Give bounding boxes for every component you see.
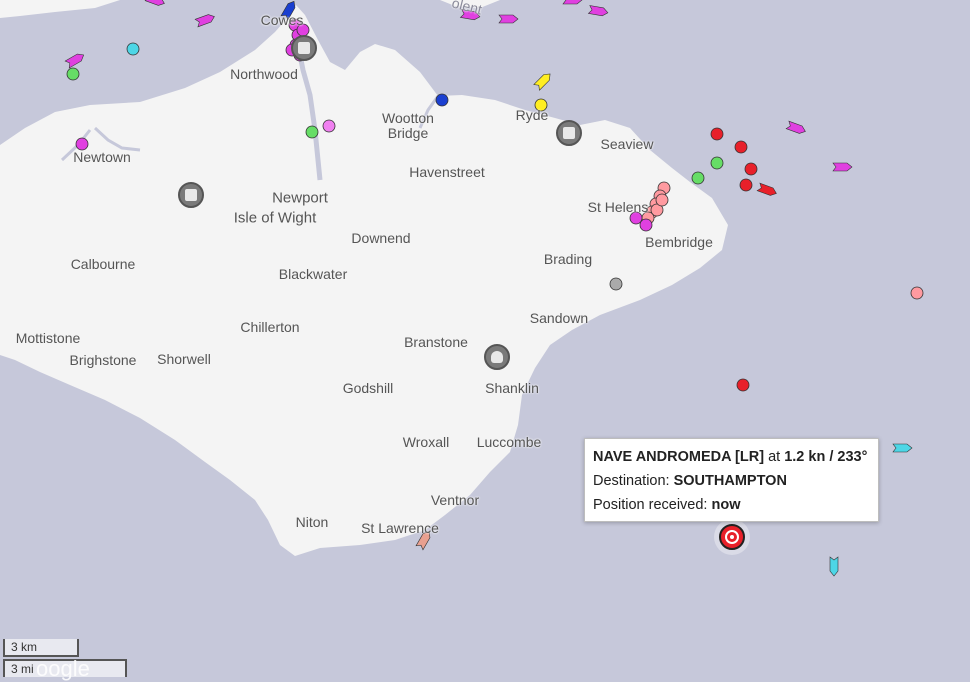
selected-vessel[interactable] — [714, 519, 750, 555]
place-label-luccombe: Luccombe — [476, 434, 542, 450]
person-icon-glyph — [491, 351, 503, 363]
vessel-dot-marker[interactable] — [734, 140, 748, 154]
target-icon-center — [730, 535, 734, 539]
vessel-dot-marker[interactable] — [744, 162, 758, 176]
vessel-dot-marker[interactable] — [126, 42, 140, 56]
harbour-icon[interactable] — [291, 35, 317, 61]
vessel-dot-marker[interactable] — [710, 127, 724, 141]
position-value: now — [711, 497, 741, 513]
position-label: Position received: — [593, 497, 712, 513]
place-label-bridge: Bridge — [387, 125, 429, 141]
place-label-wootton: Wootton — [382, 110, 434, 126]
destination-value: SOUTHAMPTON — [673, 473, 787, 489]
harbour-icon-glyph — [185, 189, 197, 201]
place-label-newtown: Newtown — [73, 149, 131, 165]
destination-label: Destination: — [593, 473, 674, 489]
place-label-mottistone: Mottistone — [15, 330, 81, 346]
place-label-calbourne: Calbourne — [70, 256, 136, 272]
place-label-brighstone: Brighstone — [69, 352, 137, 368]
place-label-ryde: Ryde — [515, 107, 549, 123]
vessel-dot-marker[interactable] — [305, 125, 319, 139]
map-provider-logo: oogle — [36, 656, 90, 681]
vessel-dot-marker[interactable] — [655, 193, 669, 207]
scale-bar-km: 3 km — [3, 639, 79, 657]
place-label-shorwell: Shorwell — [157, 351, 211, 367]
vessel-name: NAVE ANDROMEDA [LR] — [593, 449, 765, 465]
vessel-dot-marker[interactable] — [435, 93, 449, 107]
place-label-st-lawrence: St Lawrence — [361, 520, 439, 536]
tooltip-destination-row: Destination: SOUTHAMPTON — [593, 469, 870, 493]
place-label-ventnor: Ventnor — [430, 492, 480, 508]
vessel-dot-marker[interactable] — [66, 67, 80, 81]
place-label-havenstreet: Havenstreet — [409, 164, 485, 180]
vessel-dot-marker[interactable] — [710, 156, 724, 170]
vessel-dot-marker[interactable] — [739, 178, 753, 192]
place-label-niton: Niton — [295, 514, 329, 530]
building-icon[interactable] — [556, 120, 582, 146]
place-label-cowes: Cowes — [260, 12, 304, 28]
place-label-northwood: Northwood — [230, 66, 298, 82]
place-label-downend: Downend — [351, 230, 411, 246]
place-label-chillerton: Chillerton — [240, 319, 300, 335]
place-label-blackwater: Blackwater — [278, 266, 348, 282]
place-label-branstone: Branstone — [404, 334, 468, 350]
vessel-speed-course: 1.2 kn / 233° — [784, 449, 868, 465]
vessel-dot-marker[interactable] — [691, 171, 705, 185]
place-label-godshill: Godshill — [342, 380, 394, 396]
place-label-wroxall: Wroxall — [402, 434, 450, 450]
harbour-icon-glyph — [298, 42, 310, 54]
map-canvas[interactable] — [0, 0, 970, 681]
place-label-isle-of-wight: Isle of Wight — [233, 209, 317, 227]
harbour-icon[interactable] — [178, 182, 204, 208]
person-icon[interactable] — [484, 344, 510, 370]
place-label-brading: Brading — [543, 251, 593, 267]
tooltip-title-row: NAVE ANDROMEDA [LR] at 1.2 kn / 233° — [593, 445, 870, 469]
vessel-dot-marker[interactable] — [639, 218, 653, 232]
tooltip-position-row: Position received: now — [593, 493, 870, 517]
place-label-shanklin: Shanklin — [485, 380, 539, 396]
place-label-sandown: Sandown — [529, 310, 589, 326]
vessel-dot-marker[interactable] — [736, 378, 750, 392]
vessel-dot-marker[interactable] — [910, 286, 924, 300]
vessel-dot-marker[interactable] — [322, 119, 336, 133]
vessel-tooltip: NAVE ANDROMEDA [LR] at 1.2 kn / 233° Des… — [584, 438, 879, 522]
tooltip-at: at — [764, 449, 785, 465]
place-label-bembridge: Bembridge — [645, 234, 713, 250]
place-label-seaview: Seaview — [600, 136, 654, 152]
building-icon-glyph — [563, 127, 575, 139]
place-label-newport: Newport — [272, 189, 328, 207]
vessel-dot-marker[interactable] — [609, 277, 623, 291]
place-label-st-helens: St Helens — [587, 199, 649, 215]
